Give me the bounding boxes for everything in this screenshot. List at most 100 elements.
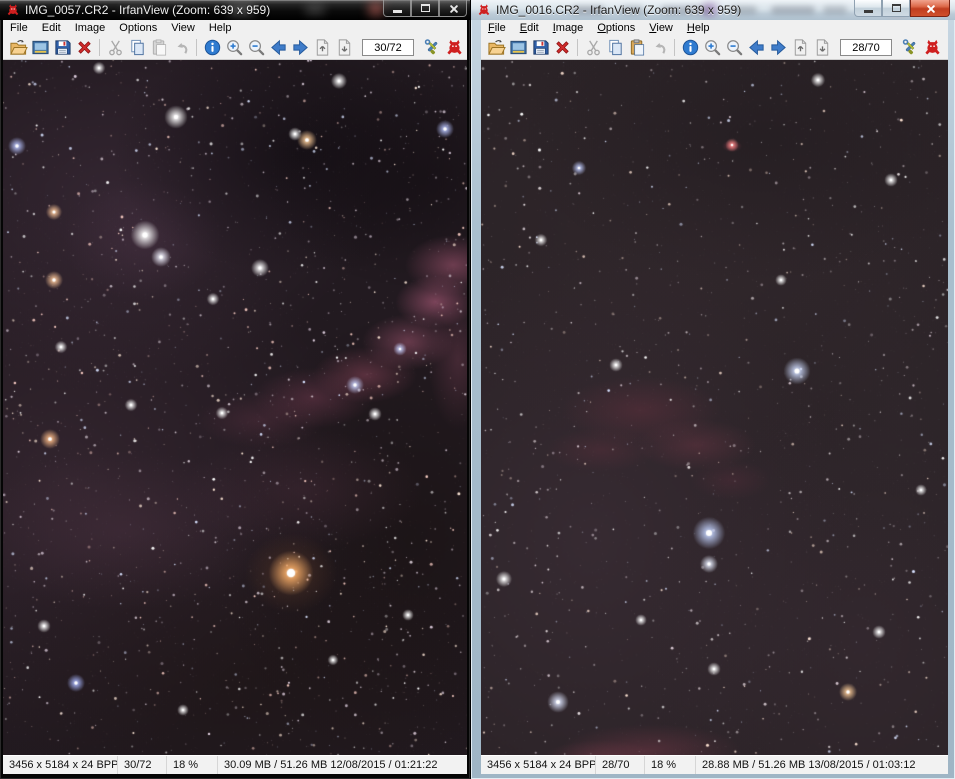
undo-button[interactable] — [648, 37, 670, 59]
window-title: IMG_0057.CR2 - IrfanView (Zoom: 639 x 95… — [25, 3, 270, 17]
info-button[interactable] — [201, 37, 223, 59]
page-up-button[interactable] — [789, 37, 811, 59]
copy-pages-icon — [606, 38, 625, 57]
settings-button[interactable] — [421, 37, 443, 59]
save-button[interactable] — [529, 37, 551, 59]
previous-image-button[interactable] — [745, 37, 767, 59]
page-down-button[interactable] — [811, 37, 833, 59]
menu-item[interactable]: Image — [546, 21, 591, 35]
menu-bar: FileEditImageOptionsViewHelp — [3, 20, 467, 36]
next-arrow-icon — [291, 38, 310, 57]
settings-button[interactable] — [899, 37, 921, 59]
menu-item[interactable]: Edit — [513, 21, 546, 35]
paste-button[interactable] — [148, 37, 170, 59]
menu-item[interactable]: View — [642, 21, 680, 35]
status-dimensions: 3456 x 5184 x 24 BPP — [3, 756, 118, 774]
menu-item[interactable]: Edit — [35, 21, 68, 35]
status-zoom-percent: 18 % — [167, 756, 218, 774]
maximize-icon — [892, 4, 901, 12]
previous-image-button[interactable] — [267, 37, 289, 59]
menu-item[interactable]: File — [481, 21, 513, 35]
open-button[interactable] — [485, 37, 507, 59]
next-arrow-icon — [769, 38, 788, 57]
zoom-out-button[interactable] — [245, 37, 267, 59]
title-bar[interactable]: IMG_0057.CR2 - IrfanView (Zoom: 639 x 95… — [0, 0, 470, 20]
minimize-button[interactable] — [854, 0, 882, 17]
slideshow-button[interactable] — [507, 37, 529, 59]
menu-bar: FileEditImageOptionsViewHelp — [481, 20, 948, 36]
save-button[interactable] — [51, 37, 73, 59]
copy-button[interactable] — [604, 37, 626, 59]
maximize-icon — [421, 4, 430, 12]
previous-arrow-icon — [269, 38, 288, 57]
cut-button[interactable] — [582, 37, 604, 59]
photo-canvas[interactable] — [3, 60, 467, 755]
zoom-in-button[interactable] — [223, 37, 245, 59]
status-image-index: 28/70 — [596, 756, 645, 774]
zoom-out-button[interactable] — [723, 37, 745, 59]
about-irfanview-button[interactable] — [443, 37, 465, 59]
menu-item[interactable]: Image — [68, 21, 113, 35]
info-circle-icon — [203, 38, 222, 57]
menu-item[interactable]: View — [164, 21, 202, 35]
menu-item[interactable]: Help — [202, 21, 239, 35]
page-down-icon — [335, 38, 354, 57]
desktop-screen: IMG_0057.CR2 - IrfanView (Zoom: 639 x 95… — [0, 0, 955, 779]
paste-clipboard-icon — [628, 38, 647, 57]
slideshow-button[interactable] — [29, 37, 51, 59]
title-bar[interactable]: IMG_0016.CR2 - IrfanView (Zoom: 639 x 95… — [471, 0, 955, 20]
image-counter-input[interactable] — [840, 39, 892, 56]
image-counter-input[interactable] — [362, 39, 414, 56]
info-button[interactable] — [679, 37, 701, 59]
maximize-button[interactable] — [882, 0, 910, 17]
close-icon — [448, 3, 459, 14]
zoom-in-magnifier-icon — [703, 38, 722, 57]
undo-arrow-icon — [650, 38, 669, 57]
save-floppy-icon — [531, 38, 550, 57]
status-dimensions: 3456 x 5184 x 24 BPP — [481, 756, 596, 774]
about-irfanview-button[interactable] — [921, 37, 943, 59]
irfanview-app-icon — [6, 3, 20, 17]
page-up-button[interactable] — [311, 37, 333, 59]
page-down-icon — [813, 38, 832, 57]
open-button[interactable] — [7, 37, 29, 59]
info-circle-icon — [681, 38, 700, 57]
status-file-details: 28.88 MB / 51.26 MB 13/08/2015 / 01:03:1… — [696, 756, 948, 774]
toolbar-separator — [674, 39, 675, 56]
slideshow-icon — [31, 38, 50, 57]
glass-reflection — [368, 2, 384, 16]
cut-scissors-icon — [584, 38, 603, 57]
menu-item[interactable]: Options — [590, 21, 642, 35]
paste-button[interactable] — [626, 37, 648, 59]
zoom-in-button[interactable] — [701, 37, 723, 59]
photo-canvas[interactable] — [481, 60, 948, 755]
cut-scissors-icon — [106, 38, 125, 57]
undo-arrow-icon — [172, 38, 191, 57]
status-bar: 3456 x 5184 x 24 BPP 30/72 18 % 30.09 MB… — [3, 755, 467, 774]
menu-item[interactable]: Help — [680, 21, 717, 35]
maximize-button[interactable] — [411, 0, 439, 17]
copy-button[interactable] — [126, 37, 148, 59]
glass-reflection — [823, 6, 847, 14]
menu-item[interactable]: Options — [112, 21, 164, 35]
copy-pages-icon — [128, 38, 147, 57]
paste-clipboard-icon — [150, 38, 169, 57]
settings-tools-icon — [901, 38, 920, 57]
delete-button[interactable] — [73, 37, 95, 59]
undo-button[interactable] — [170, 37, 192, 59]
page-down-button[interactable] — [333, 37, 355, 59]
cut-button[interactable] — [104, 37, 126, 59]
status-zoom-percent: 18 % — [645, 756, 696, 774]
irfanview-app-icon — [477, 3, 491, 17]
menu-item[interactable]: File — [3, 21, 35, 35]
settings-tools-icon — [423, 38, 442, 57]
next-image-button[interactable] — [767, 37, 789, 59]
close-button[interactable] — [910, 0, 950, 17]
zoom-out-magnifier-icon — [247, 38, 266, 57]
open-folder-icon — [487, 38, 506, 57]
status-file-details: 30.09 MB / 51.26 MB 12/08/2015 / 01:21:2… — [218, 756, 467, 774]
close-button[interactable] — [439, 0, 467, 17]
minimize-button[interactable] — [383, 0, 411, 17]
next-image-button[interactable] — [289, 37, 311, 59]
delete-button[interactable] — [551, 37, 573, 59]
